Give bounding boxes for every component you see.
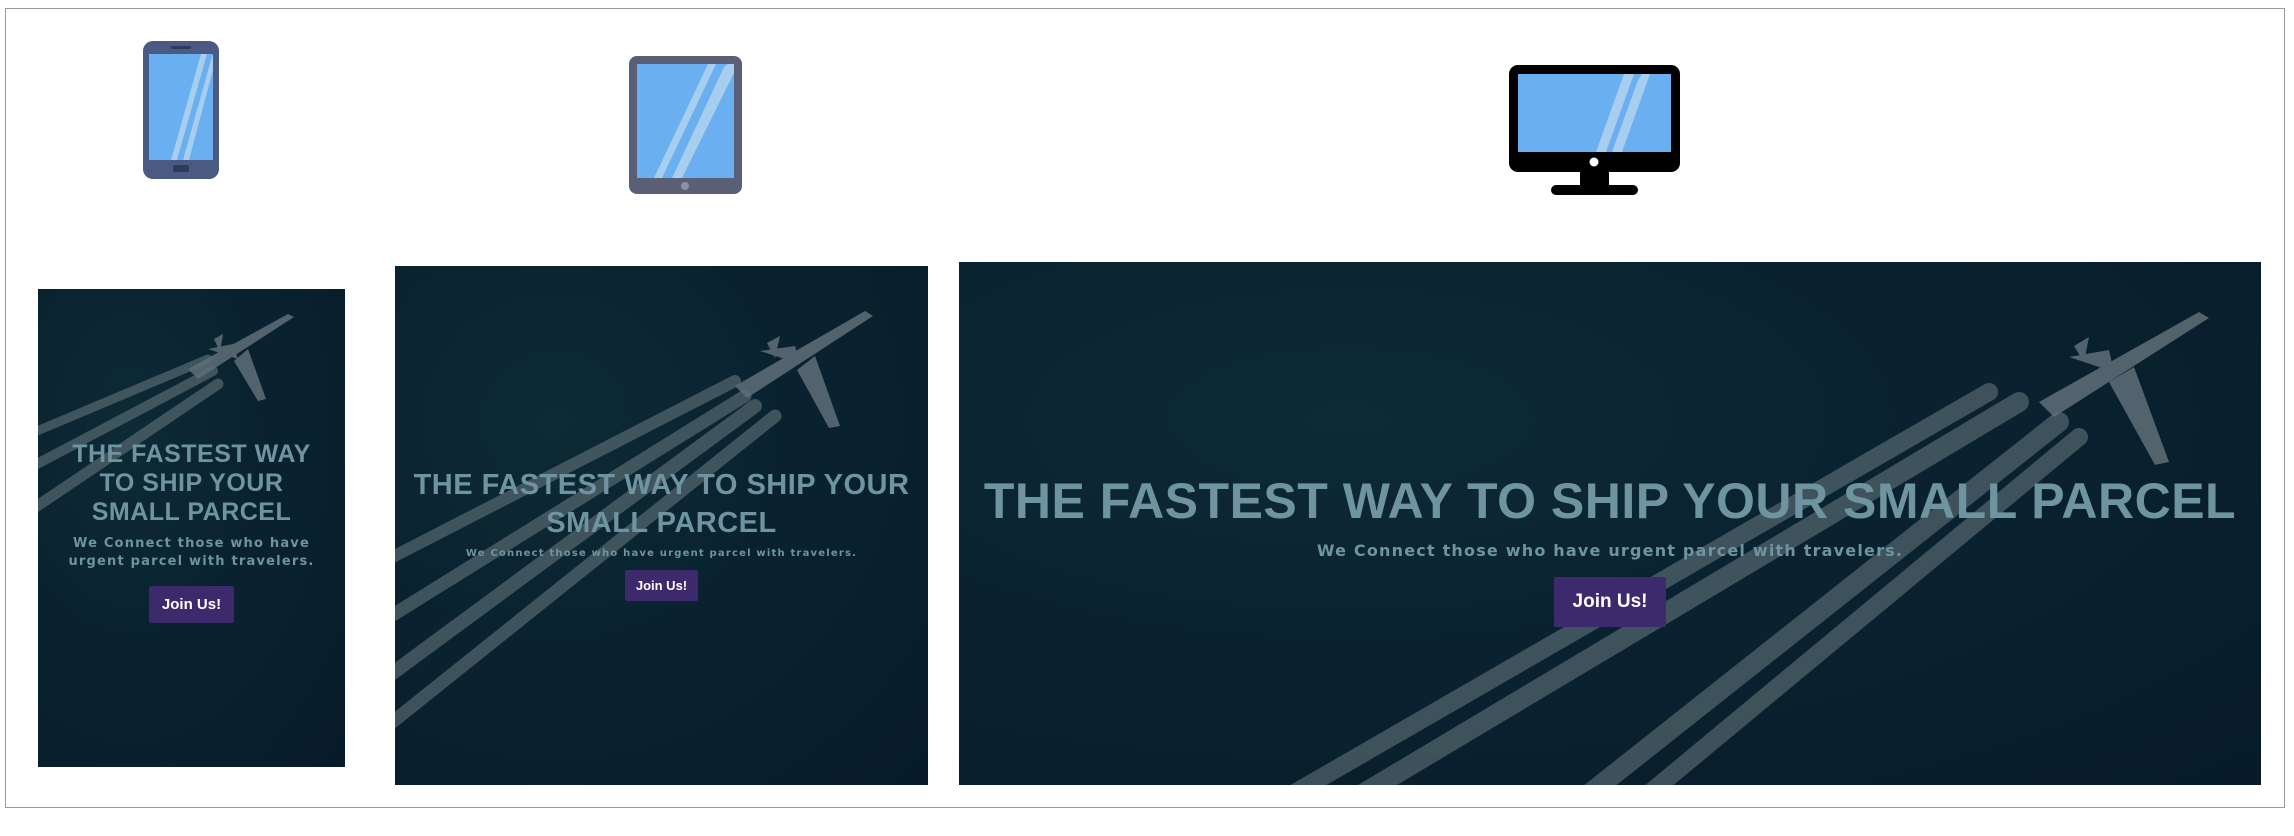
hero-preview-desktop: THE FASTEST WAY TO SHIP YOUR SMALL PARCE… — [959, 262, 2261, 785]
join-us-button[interactable]: Join Us! — [148, 586, 235, 623]
desktop-monitor-icon — [1509, 65, 1680, 195]
hero-preview-phone: THE FASTEST WAY TO SHIP YOUR SMALL PARCE… — [38, 289, 345, 767]
tablet-icon — [629, 56, 742, 194]
join-us-button[interactable]: Join Us! — [624, 570, 699, 601]
hero-title: THE FASTEST WAY TO SHIP YOUR SMALL PARCE… — [72, 440, 311, 526]
hero-subtitle: We Connect those who have urgent parcel … — [1316, 541, 1904, 560]
join-us-button[interactable]: Join Us! — [1553, 577, 1667, 627]
hero-title: THE FASTEST WAY TO SHIP YOUR SMALL PARCE… — [413, 469, 910, 539]
hero-title: THE FASTEST WAY TO SHIP YOUR SMALL PARCE… — [983, 473, 2237, 529]
hero-preview-tablet: THE FASTEST WAY TO SHIP YOUR SMALL PARCE… — [395, 266, 928, 785]
hero-subtitle: We Connect those who have urgent parcel … — [68, 536, 315, 569]
hero-subtitle: We Connect those who have urgent parcel … — [465, 548, 858, 559]
smartphone-icon — [143, 41, 219, 179]
